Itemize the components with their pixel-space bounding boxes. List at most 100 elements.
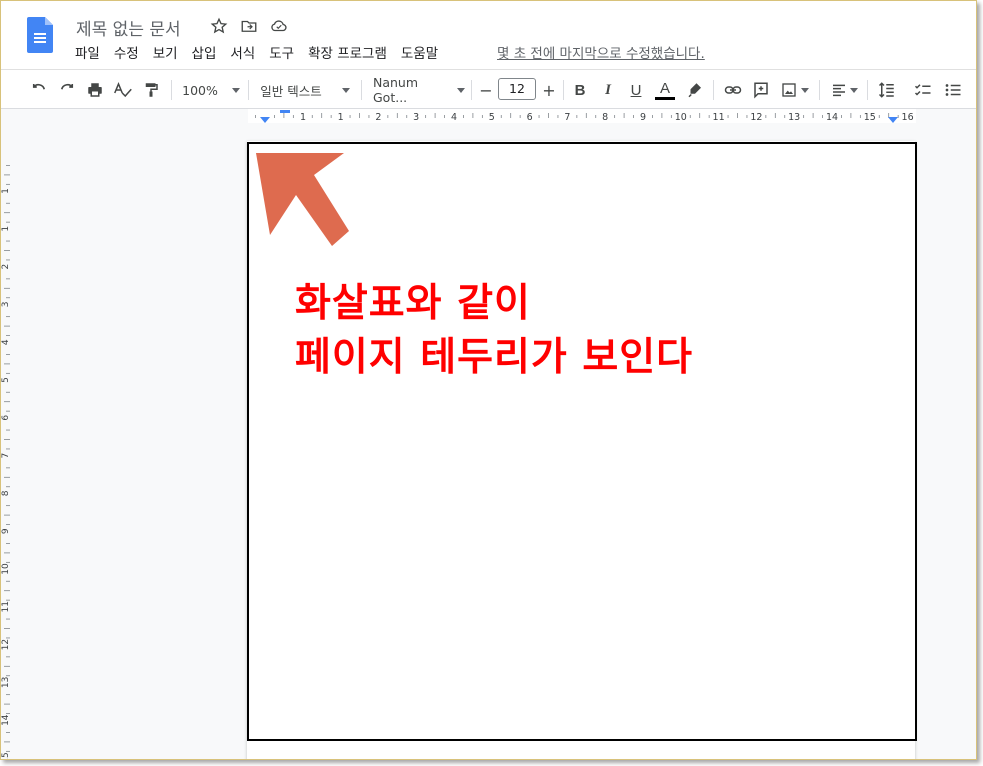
ruler-label: 2	[1, 264, 11, 270]
italic-button[interactable]: I	[597, 77, 619, 103]
header: 제목 없는 문서 파일 수정 보기 삽입 서식 도구 확장 프로그램 도움말 몇…	[1, 1, 976, 69]
ruler-label: 1	[1, 226, 11, 232]
ruler-label: 4	[451, 112, 457, 123]
link-icon	[724, 86, 742, 94]
bulleted-list-icon	[945, 84, 961, 96]
ruler-label: 13	[1, 677, 11, 688]
title-icons	[209, 15, 289, 37]
align-left-icon	[832, 84, 845, 97]
chevron-down-icon	[231, 87, 240, 93]
line-spacing-button[interactable]	[875, 77, 899, 103]
text-color-swatch	[655, 96, 675, 100]
cloud-status-icon[interactable]	[269, 16, 289, 36]
ruler-label: 14	[826, 112, 838, 123]
ruler-label: 7	[1, 453, 11, 459]
annotation-line-2: 페이지 테두리가 보인다	[295, 335, 693, 380]
docs-logo-icon[interactable]	[27, 17, 53, 53]
ruler-label: 9	[1, 528, 11, 534]
menu-extensions[interactable]: 확장 프로그램	[301, 45, 394, 63]
increase-font-size-button[interactable]: +	[538, 77, 560, 103]
menu-view[interactable]: 보기	[146, 45, 185, 63]
app-window: 제목 없는 문서 파일 수정 보기 삽입 서식 도구 확장 프로그램 도움말 몇…	[0, 0, 977, 760]
spellcheck-button[interactable]	[111, 77, 135, 103]
spellcheck-icon	[114, 82, 132, 98]
ruler-label: 1	[338, 112, 344, 123]
ruler-label: 8	[602, 112, 608, 123]
insert-comment-button[interactable]	[749, 77, 773, 103]
redo-button[interactable]	[55, 77, 79, 103]
ruler-label: 5	[489, 112, 495, 123]
ruler-label: 14	[1, 714, 11, 726]
vertical-ruler[interactable]: 1123456789101112131415	[1, 126, 15, 759]
move-folder-icon[interactable]	[239, 16, 259, 36]
ruler-label: 6	[527, 112, 533, 123]
style-dropdown[interactable]: 일반 텍스트	[259, 77, 351, 103]
redo-icon	[60, 83, 74, 90]
toolbar-divider	[171, 80, 172, 100]
checklist-icon	[914, 84, 931, 96]
ruler-label: 6	[1, 415, 11, 421]
toolbar-divider	[713, 80, 714, 100]
text-color-letter: A	[659, 79, 670, 97]
decrease-font-size-button[interactable]: −	[475, 77, 497, 103]
paragraph-style-value: 일반 텍스트	[260, 83, 322, 99]
chevron-down-icon	[849, 87, 858, 93]
ruler-label: 11	[1, 601, 11, 612]
menu-format[interactable]: 서식	[223, 45, 262, 63]
menu-insert[interactable]: 삽입	[185, 45, 224, 63]
ruler-label: 8	[1, 490, 11, 496]
star-icon[interactable]	[209, 16, 229, 36]
font-dropdown[interactable]: Nanum Got...	[373, 75, 465, 105]
toolbar-divider	[248, 80, 249, 100]
ruler-label: 16	[902, 112, 914, 123]
toolbar: 100% 일반 텍스트 Nanum Got... − 12 + B I U A	[1, 69, 976, 109]
print-button[interactable]	[83, 77, 107, 103]
first-line-indent-marker[interactable]	[280, 110, 290, 113]
ruler-label: 3	[1, 302, 11, 308]
paint-format-icon	[145, 83, 158, 97]
text-color-button[interactable]: A	[653, 77, 677, 103]
ruler-label: 15	[864, 112, 876, 123]
ruler-label: 10	[1, 563, 11, 575]
arrow-icon	[256, 153, 349, 246]
ruler-label: 13	[788, 112, 800, 123]
toolbar-divider	[471, 80, 472, 100]
toolbar-divider	[361, 80, 362, 100]
menu-bar: 파일 수정 보기 삽입 서식 도구 확장 프로그램 도움말	[75, 45, 445, 63]
insert-link-button[interactable]	[721, 77, 745, 103]
ruler-label: 5	[1, 377, 11, 383]
ruler-label: 2	[375, 112, 381, 123]
annotation-text: 화살표와 같이 페이지 테두리가 보인다	[295, 277, 693, 385]
add-comment-icon	[754, 82, 768, 99]
underline-button[interactable]: U	[625, 77, 647, 103]
ruler-label: 10	[675, 112, 687, 123]
menu-tools[interactable]: 도구	[262, 45, 301, 63]
bold-button[interactable]: B	[569, 77, 591, 103]
chevron-down-icon	[801, 87, 809, 93]
ruler-label: 9	[640, 112, 646, 123]
menu-help[interactable]: 도움말	[394, 45, 445, 63]
undo-icon	[32, 83, 46, 90]
bulleted-list-button[interactable]	[941, 77, 965, 103]
insert-image-button[interactable]	[777, 77, 813, 103]
highlight-button[interactable]	[683, 77, 707, 103]
font-size-input[interactable]: 12	[498, 78, 536, 100]
undo-button[interactable]	[27, 77, 51, 103]
ruler-label: 12	[1, 639, 11, 650]
last-edit-link[interactable]: 몇 초 전에 마지막으로 수정했습니다.	[497, 45, 705, 63]
ruler-label: 3	[413, 112, 419, 123]
ruler-label: 12	[750, 112, 762, 123]
horizontal-ruler[interactable]: 11234567891011121314151617	[248, 109, 916, 123]
toolbar-divider	[819, 80, 820, 100]
zoom-dropdown[interactable]: 100%	[181, 77, 241, 103]
align-dropdown[interactable]	[827, 77, 861, 103]
paint-format-button[interactable]	[139, 77, 163, 103]
document-title[interactable]: 제목 없는 문서	[76, 15, 181, 40]
zoom-value: 100%	[182, 82, 218, 98]
chevron-down-icon	[457, 87, 465, 93]
ruler-label: 15	[1, 752, 11, 759]
menu-file[interactable]: 파일	[75, 45, 107, 63]
menu-edit[interactable]: 수정	[107, 45, 146, 63]
checklist-button[interactable]	[911, 77, 935, 103]
image-icon	[782, 83, 796, 97]
